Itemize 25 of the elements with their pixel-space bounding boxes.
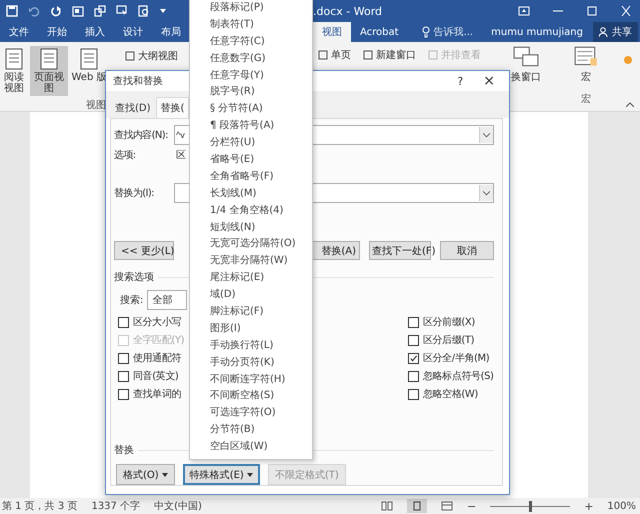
checkbox-label: 区分全/半角(M) bbox=[423, 352, 490, 365]
section-label: 替换 bbox=[114, 444, 134, 457]
language: 中文(中国) bbox=[154, 500, 202, 513]
checkbox-label: 查找单词的 bbox=[133, 388, 182, 401]
group-label: 宏 bbox=[581, 92, 591, 106]
checkbox-label: 全字匹配(Y) bbox=[133, 334, 184, 347]
field-label: 搜索: bbox=[120, 294, 144, 307]
checkbox-label: 区分大小写 bbox=[133, 316, 182, 329]
checkbox-label: 使用通配符 bbox=[133, 352, 182, 365]
dialog-title: 查找和替换 bbox=[113, 74, 163, 88]
window-title: .docx - Word bbox=[313, 4, 382, 18]
zoom-level: 100% bbox=[607, 500, 636, 512]
group-label: 视图 bbox=[86, 98, 106, 112]
checkbox-label: 区分前缀(X) bbox=[423, 316, 475, 329]
word-count: 1337 个字 bbox=[91, 500, 140, 513]
field-label: 替换为(I): bbox=[114, 186, 155, 200]
field-label: 查找内容(N): bbox=[114, 128, 169, 142]
field-label: 选项: bbox=[114, 148, 137, 162]
checkbox-label: 忽略标点符号(S) bbox=[423, 370, 494, 383]
checkbox-label: 忽略空格(W) bbox=[423, 388, 478, 401]
options-text: 区 bbox=[176, 149, 186, 162]
section-label: 搜索选项 bbox=[114, 270, 154, 284]
page-count: 第 1 页，共 3 页 bbox=[2, 500, 78, 513]
checkbox-label: 区分后缀(T) bbox=[423, 334, 474, 347]
checkbox-label: 同音(英文) bbox=[133, 370, 178, 383]
